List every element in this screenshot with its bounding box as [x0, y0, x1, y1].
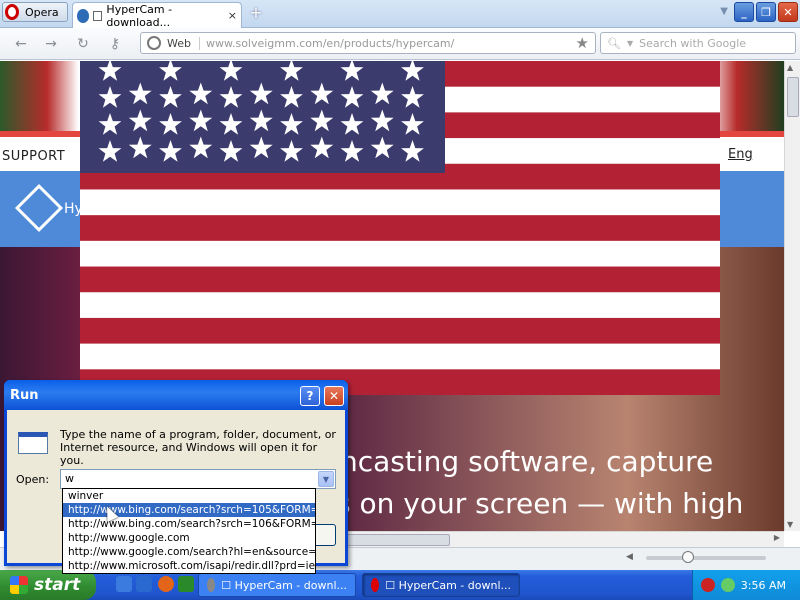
address-bar[interactable]: Web www.solveigmm.com/en/products/hyperc… [140, 32, 596, 54]
support-link[interactable]: SUPPORT [2, 149, 65, 164]
address-prefix: Web [167, 36, 200, 50]
autocomplete-item-selected[interactable]: http://www.bing.com/search?srch=105&FORM… [63, 503, 315, 517]
task-app-icon [207, 578, 216, 592]
new-tab-button[interactable]: + [246, 5, 266, 23]
flag-stripe [80, 266, 720, 293]
tab-bar: Opera HyperCam - download... × + ▼ _ ❐ ✕ [0, 0, 800, 29]
key-icon[interactable]: ⚷ [106, 36, 124, 52]
navigation-bar: ← → ↻ ⚷ Web www.solveigmm.com/en/product… [0, 28, 800, 60]
tab-close-button[interactable]: × [228, 9, 237, 22]
scroll-up-icon[interactable]: ▲ [787, 63, 793, 72]
opera-logo-icon [5, 4, 19, 20]
open-input[interactable]: w [60, 469, 336, 489]
globe-icon [147, 36, 161, 50]
task-label: ☐ HyperCam - downl... [221, 578, 347, 592]
network-tray-icon[interactable] [720, 578, 735, 592]
hero-text-line1: ncasting software, capture [340, 445, 714, 478]
minimize-button[interactable]: _ [734, 2, 754, 22]
autocomplete-item[interactable]: http://www.google.com/search?hl=en&sourc… [63, 545, 315, 559]
scroll-down-icon[interactable]: ▼ [787, 520, 793, 529]
start-label: start [34, 575, 81, 595]
hero-text-line2: s on your screen — with high [336, 487, 744, 520]
zoom-slider-knob[interactable] [682, 551, 694, 563]
close-window-button[interactable]: ✕ [778, 2, 798, 22]
flag-stripe [80, 343, 720, 370]
quicklaunch-media-icon[interactable] [178, 576, 194, 592]
tab-hypercam[interactable]: HyperCam - download... × [72, 2, 242, 29]
opera-menu-label: Opera [25, 5, 59, 19]
run-program-icon [18, 432, 48, 454]
autocomplete-item[interactable]: http://www.google.com [63, 531, 315, 545]
search-placeholder: Search with Google [639, 36, 747, 50]
zoom-slider[interactable] [646, 556, 766, 560]
us-flag-image [80, 61, 720, 395]
flag-stripe [80, 317, 720, 345]
vertical-scrollbar[interactable]: ▲ ▼ [784, 61, 800, 531]
clock[interactable]: 3:56 AM [741, 579, 786, 592]
open-dropdown-icon[interactable]: ▼ [318, 471, 334, 487]
flag-stripe [80, 292, 720, 319]
taskbar-task-hypercam[interactable]: ☐ HyperCam - downl... [198, 573, 356, 597]
quicklaunch-app-icon[interactable] [136, 576, 152, 592]
horizontal-scrollbar[interactable]: ▶ [300, 531, 784, 547]
autocomplete-list[interactable]: winver http://www.bing.com/search?srch=1… [62, 488, 316, 574]
tab-title: HyperCam - download... [106, 2, 173, 29]
opera-task-icon [371, 578, 380, 592]
run-dialog-title: Run [10, 387, 39, 403]
restore-button[interactable]: ❐ [756, 2, 776, 22]
opera-menu-button[interactable]: Opera [2, 2, 68, 22]
star-icon[interactable]: ★ [576, 34, 589, 52]
close-dialog-button[interactable]: ✕ [324, 386, 344, 406]
scroll-right-icon[interactable]: ▶ [774, 533, 780, 542]
forward-icon[interactable]: → [42, 36, 60, 52]
task-label: ☐ HyperCam - downl... [385, 578, 511, 592]
window-controls: _ ❐ ✕ [734, 2, 798, 22]
search-input[interactable]: 🔍︎ ▼ Search with Google [600, 32, 796, 54]
autocomplete-item[interactable]: http://www.bing.com/search?srch=106&FORM… [63, 517, 315, 531]
zoom-menu-icon[interactable]: ◀ [626, 552, 633, 562]
flag-stripe [80, 215, 720, 242]
start-button[interactable]: start [0, 570, 96, 600]
search-icon: 🔍︎ [607, 36, 621, 50]
open-label: Open: [16, 473, 50, 486]
quicklaunch-firefox-icon[interactable] [158, 576, 174, 592]
autocomplete-item[interactable]: winver [63, 489, 315, 503]
site-favicon-icon [77, 8, 90, 23]
checkbox-icon [93, 10, 103, 21]
back-icon[interactable]: ← [12, 36, 30, 52]
run-description: Type the name of a program, folder, docu… [60, 428, 336, 467]
windows-logo-icon [10, 576, 28, 594]
security-tray-icon[interactable] [700, 578, 715, 592]
autocomplete-item[interactable]: http://www.microsoft.com/isapi/redir.dll… [63, 559, 315, 573]
address-url[interactable]: www.solveigmm.com/en/products/hypercam/ [206, 37, 454, 50]
flag-stripe [80, 189, 720, 216]
taskbar-task-opera[interactable]: ☐ HyperCam - downl... [362, 573, 520, 597]
flag-stripe [80, 240, 720, 268]
language-link[interactable]: Eng [728, 147, 753, 162]
run-dialog-titlebar[interactable]: Run [4, 380, 348, 410]
search-engine-dropdown-icon[interactable]: ▼ [627, 39, 633, 48]
vertical-scroll-thumb[interactable] [787, 77, 799, 117]
system-tray: 3:56 AM [692, 570, 800, 600]
reload-icon[interactable]: ↻ [74, 36, 92, 52]
tab-menu-icon[interactable]: ▼ [720, 6, 728, 17]
quicklaunch-ie-icon[interactable] [116, 576, 132, 592]
help-button[interactable]: ? [300, 386, 320, 406]
